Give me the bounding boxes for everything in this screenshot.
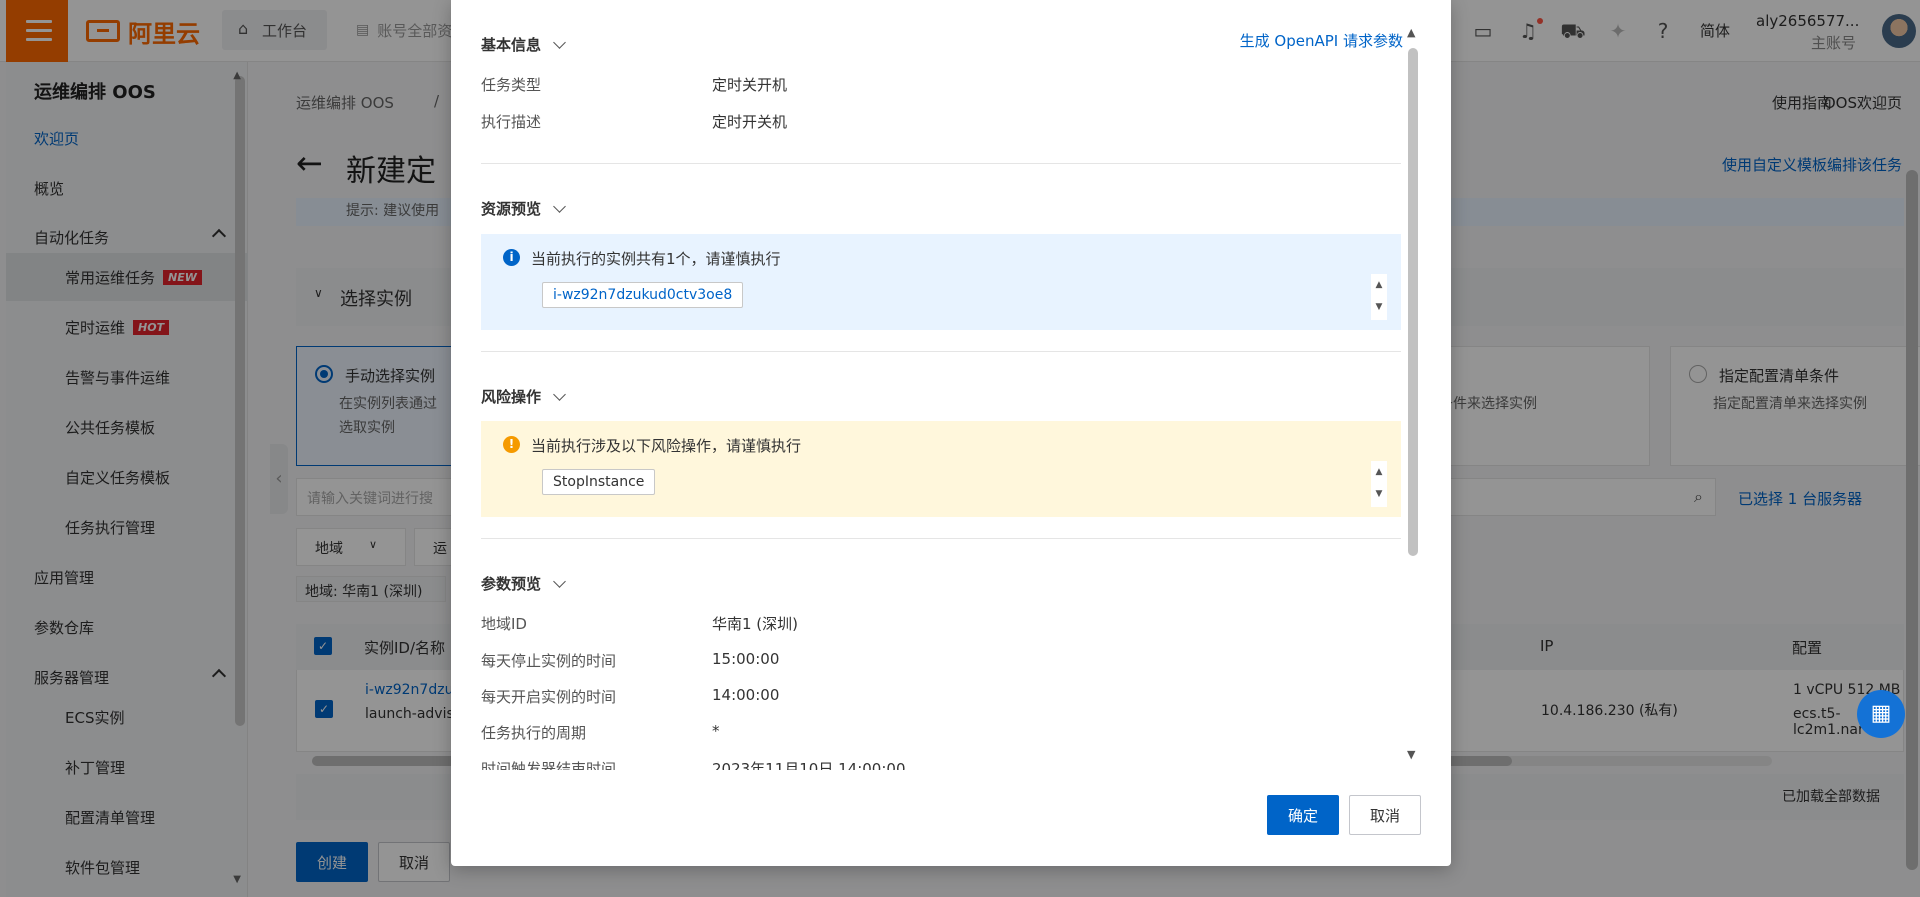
scroll-up-icon[interactable]: ▲ (1371, 461, 1387, 483)
warning-icon: ! (503, 436, 520, 453)
grid-icon[interactable]: ▦ (1857, 690, 1905, 738)
param-key: 地域ID (481, 615, 527, 633)
scroll-up-icon[interactable]: ▲ (1371, 274, 1387, 296)
resource-preview-header[interactable]: 资源预览 (481, 198, 566, 219)
param-value: 2023年11月10日 14:00:00 (712, 760, 906, 770)
param-value: 14:00:00 (712, 686, 780, 704)
risk-operation-header[interactable]: 风险操作 (481, 386, 566, 407)
param-value: 15:00:00 (712, 650, 780, 668)
risk-list-scrollbar[interactable]: ▲ ▼ (1371, 461, 1387, 507)
params-preview-title: 参数预览 (481, 575, 542, 593)
dialog-scrollbar[interactable] (1408, 48, 1418, 556)
param-key: 每天开启实例的时间 (481, 688, 617, 706)
risk-warning-alert: ! 当前执行涉及以下风险操作，请谨慎执行 StopInstance ▲ ▼ (481, 421, 1401, 517)
params-preview-header[interactable]: 参数预览 (481, 573, 566, 594)
cancel-button-label: 取消 (1369, 806, 1400, 825)
divider (481, 351, 1401, 352)
resource-list-scrollbar[interactable]: ▲ ▼ (1371, 274, 1387, 320)
cancel-button[interactable]: 取消 (1349, 795, 1421, 835)
task-type-value: 定时关开机 (712, 76, 788, 94)
confirm-button-label: 确定 (1287, 806, 1318, 825)
param-value: * (712, 722, 720, 740)
basic-info-title: 基本信息 (481, 36, 542, 54)
info-icon: i (503, 249, 520, 266)
chevron-down-icon (553, 387, 566, 401)
dialog-body: 基本信息 任务类型 定时关开机 执行描述 定时开关机 资源预览 i 当前执行的实… (481, 0, 1431, 770)
chevron-down-icon (553, 574, 566, 588)
resource-info-alert: i 当前执行的实例共有1个，请谨慎执行 i-wz92n7dzukud0ctv3o… (481, 234, 1401, 330)
param-key: 任务执行的周期 (481, 724, 587, 742)
risk-operation-title: 风险操作 (481, 388, 542, 406)
scroll-up-icon[interactable]: ▲ (1407, 26, 1415, 39)
scroll-down-icon[interactable]: ▼ (1407, 748, 1415, 761)
divider (481, 163, 1401, 164)
confirm-dialog: 生成 OpenAPI 请求参数 基本信息 任务类型 定时关开机 执行描述 定时开… (451, 0, 1451, 866)
confirm-button[interactable]: 确定 (1267, 795, 1339, 835)
scroll-down-icon[interactable]: ▼ (1371, 483, 1387, 505)
scroll-down-icon[interactable]: ▼ (1371, 296, 1387, 318)
param-key: 每天停止实例的时间 (481, 652, 617, 670)
risk-operation-tag: StopInstance (542, 469, 656, 495)
description-value: 定时开关机 (712, 113, 788, 131)
param-key: 时间触发器结束时间 (481, 760, 617, 770)
instance-tag[interactable]: i-wz92n7dzukud0ctv3oe8 (542, 282, 744, 308)
divider (481, 538, 1401, 539)
resource-preview-title: 资源预览 (481, 200, 542, 218)
basic-info-header[interactable]: 基本信息 (481, 34, 566, 55)
risk-alert-text: 当前执行涉及以下风险操作，请谨慎执行 (531, 437, 802, 455)
chevron-down-icon (553, 35, 566, 49)
description-key: 执行描述 (481, 113, 542, 131)
resource-alert-text: 当前执行的实例共有1个，请谨慎执行 (531, 250, 781, 268)
task-type-key: 任务类型 (481, 76, 542, 94)
chevron-down-icon (553, 199, 566, 213)
param-value: 华南1 (深圳) (712, 615, 799, 633)
